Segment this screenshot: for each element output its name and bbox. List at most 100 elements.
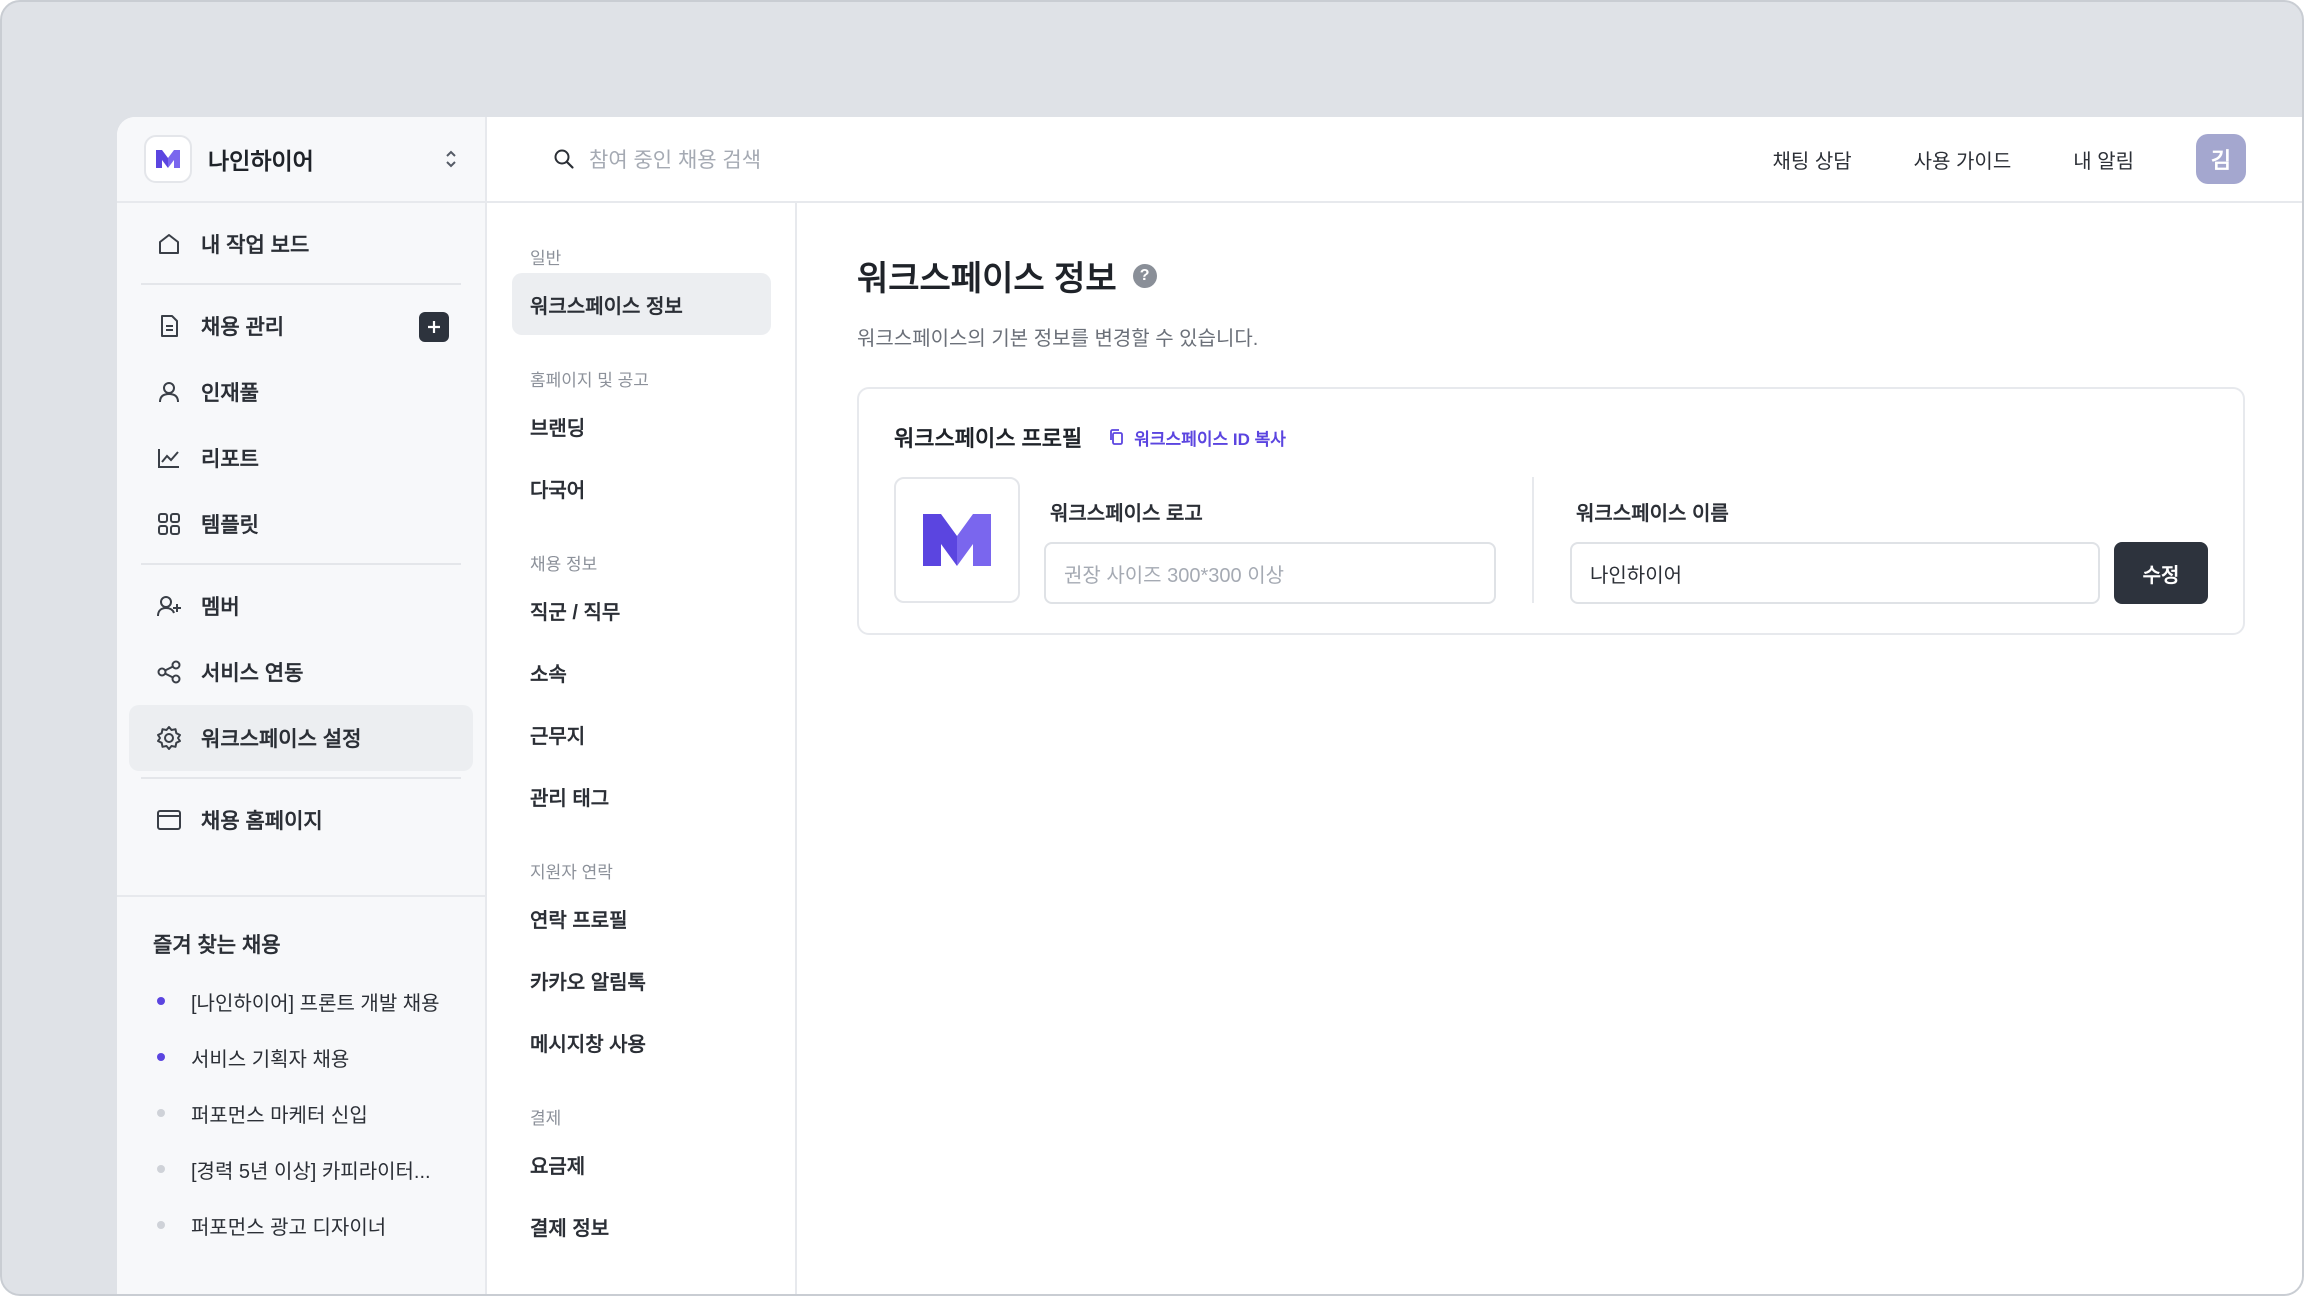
edit-button[interactable]: 수정 bbox=[2114, 542, 2208, 604]
avatar[interactable]: 김 bbox=[2196, 134, 2246, 184]
sidebar-item-label: 템플릿 bbox=[201, 514, 259, 537]
search-input[interactable]: 참여 중인 채용 검색 bbox=[589, 144, 761, 174]
favorite-label: 퍼포먼스 마케터 신입 bbox=[191, 1104, 368, 1127]
menu-item-billing[interactable]: 결제 정보 bbox=[512, 1195, 771, 1257]
sidebar-item-label: 인재풀 bbox=[201, 382, 259, 405]
chevron-up-down-icon bbox=[443, 145, 459, 173]
page-title: 워크스페이스 정보 ? bbox=[857, 251, 2302, 300]
help-icon[interactable]: ? bbox=[1132, 263, 1157, 288]
sidebar-nav: 내 작업 보드 채용 관리 인재풀 리포트 템플릿 멤버 서비스 연동 워크스페… bbox=[117, 203, 485, 853]
workspace-logo-icon bbox=[144, 135, 192, 183]
menu-item-multilanguage[interactable]: 다국어 bbox=[512, 457, 771, 519]
sidebar-item-career-site[interactable]: 채용 홈페이지 bbox=[129, 787, 473, 853]
app-window: 나인하이어 내 작업 보드 채용 관리 인재풀 리포트 템플릿 멤버 서비스 연… bbox=[117, 117, 2302, 1294]
menu-item-workspace-info[interactable]: 워크스페이스 정보 bbox=[512, 273, 771, 335]
gear-icon bbox=[155, 724, 183, 752]
divider bbox=[1532, 477, 1534, 603]
name-field: 워크스페이스 이름 나인하이어 수정 bbox=[1570, 477, 2208, 604]
divider bbox=[141, 283, 461, 285]
favorite-item[interactable]: 퍼포먼스 광고 디자이너 bbox=[153, 1197, 485, 1253]
sidebar-item-label: 내 작업 보드 bbox=[201, 234, 310, 257]
chart-line-icon bbox=[155, 444, 183, 472]
document-icon bbox=[155, 312, 183, 340]
sidebar-item-member[interactable]: 멤버 bbox=[129, 573, 473, 639]
favorite-item[interactable]: [경력 5년 이상] 카피라이터... bbox=[153, 1141, 485, 1197]
top-links: 채팅 상담 사용 가이드 내 알림 김 bbox=[1711, 134, 2303, 184]
sidebar-item-label: 멤버 bbox=[201, 596, 240, 619]
favorites-title: 즐겨 찾는 채용 bbox=[153, 934, 281, 957]
card-body: 워크스페이스 로고 권장 사이즈 300*300 이상 워크스페이스 이름 나인… bbox=[894, 477, 2208, 604]
workspace-logo-icon bbox=[923, 514, 991, 566]
favorite-label: [경력 5년 이상] 카피라이터... bbox=[191, 1160, 431, 1183]
sidebar-item-dashboard[interactable]: 내 작업 보드 bbox=[129, 211, 473, 277]
favorite-item[interactable]: 서비스 기획자 채용 bbox=[153, 1029, 485, 1085]
main-content: 워크스페이스 정보 ? 워크스페이스의 기본 정보를 변경할 수 있습니다. 워… bbox=[797, 203, 2302, 1294]
favorite-label: [나인하이어] 프론트 개발 채용 bbox=[191, 992, 440, 1015]
sidebar-item-label: 워크스페이스 설정 bbox=[201, 728, 362, 751]
inactive-dot-icon bbox=[157, 1109, 165, 1117]
card-header: 워크스페이스 프로필 워크스페이스 ID 복사 bbox=[894, 421, 2208, 453]
sidebar-item-label: 채용 홈페이지 bbox=[201, 810, 323, 833]
sidebar-item-label: 리포트 bbox=[201, 448, 259, 471]
menu-group-title: 홈페이지 및 공고 bbox=[530, 370, 649, 390]
menu-item-affiliation[interactable]: 소속 bbox=[512, 641, 771, 703]
active-dot-icon bbox=[157, 1053, 165, 1061]
active-dot-icon bbox=[157, 997, 165, 1005]
favorite-item[interactable]: 퍼포먼스 마케터 신입 bbox=[153, 1085, 485, 1141]
home-icon bbox=[155, 230, 183, 258]
menu-item-plan[interactable]: 요금제 bbox=[512, 1133, 771, 1195]
user-guide-link[interactable]: 사용 가이드 bbox=[1914, 145, 2012, 174]
page-title-text: 워크스페이스 정보 bbox=[857, 260, 1117, 298]
page-subtitle: 워크스페이스의 기본 정보를 변경할 수 있습니다. bbox=[857, 328, 1259, 350]
favorite-item[interactable]: [나인하이어] 프론트 개발 채용 bbox=[153, 973, 485, 1029]
favorites-section: 즐겨 찾는 채용 [나인하이어] 프론트 개발 채용 서비스 기획자 채용 퍼포… bbox=[117, 895, 485, 1253]
workspace-switcher[interactable]: 나인하이어 bbox=[117, 117, 485, 203]
sidebar-item-label: 서비스 연동 bbox=[201, 662, 304, 685]
sidebar-item-label: 채용 관리 bbox=[201, 316, 285, 339]
notifications-link[interactable]: 내 알림 bbox=[2073, 145, 2134, 174]
logo-label: 워크스페이스 로고 bbox=[1050, 503, 1203, 525]
logo-preview[interactable] bbox=[894, 477, 1020, 603]
menu-item-contact-profile[interactable]: 연락 프로필 bbox=[512, 887, 771, 949]
menu-item-workplace[interactable]: 근무지 bbox=[512, 703, 771, 765]
grid-icon bbox=[155, 510, 183, 538]
copy-workspace-id-button[interactable]: 워크스페이스 ID 복사 bbox=[1108, 425, 1286, 450]
workspace-profile-card: 워크스페이스 프로필 워크스페이스 ID 복사 워크스페이스 로고 권장 사이즈… bbox=[857, 387, 2245, 635]
sidebar-item-recruitment[interactable]: 채용 관리 bbox=[129, 293, 473, 359]
inactive-dot-icon bbox=[157, 1221, 165, 1229]
menu-group-title: 일반 bbox=[530, 248, 562, 268]
logo-upload-input[interactable]: 권장 사이즈 300*300 이상 bbox=[1044, 542, 1496, 604]
share-icon bbox=[155, 658, 183, 686]
window-frame: 나인하이어 내 작업 보드 채용 관리 인재풀 리포트 템플릿 멤버 서비스 연… bbox=[0, 0, 2304, 1296]
copy-icon bbox=[1108, 428, 1124, 446]
add-recruitment-button[interactable] bbox=[419, 312, 449, 342]
search-bar[interactable]: 참여 중인 채용 검색 bbox=[553, 144, 1711, 174]
sidebar-item-integration[interactable]: 서비스 연동 bbox=[129, 639, 473, 705]
sidebar-item-template[interactable]: 템플릿 bbox=[129, 491, 473, 557]
menu-item-job-category[interactable]: 직군 / 직무 bbox=[512, 579, 771, 641]
divider bbox=[141, 563, 461, 565]
menu-group-title: 결제 bbox=[530, 1108, 562, 1128]
menu-group-title: 채용 정보 bbox=[530, 554, 598, 574]
logo-field: 워크스페이스 로고 권장 사이즈 300*300 이상 bbox=[1044, 477, 1496, 604]
sidebar-item-talent-pool[interactable]: 인재풀 bbox=[129, 359, 473, 425]
menu-item-branding[interactable]: 브랜딩 bbox=[512, 395, 771, 457]
workspace-name-input[interactable]: 나인하이어 bbox=[1570, 542, 2100, 604]
menu-item-messenger[interactable]: 메시지창 사용 bbox=[512, 1011, 771, 1073]
menu-group-title: 지원자 연락 bbox=[530, 862, 613, 882]
sidebar-item-workspace-settings[interactable]: 워크스페이스 설정 bbox=[129, 705, 473, 771]
chat-support-link[interactable]: 채팅 상담 bbox=[1773, 145, 1852, 174]
favorite-label: 서비스 기획자 채용 bbox=[191, 1048, 350, 1071]
name-label: 워크스페이스 이름 bbox=[1576, 503, 1729, 525]
settings-menu: 일반 워크스페이스 정보 홈페이지 및 공고 브랜딩 다국어 채용 정보 직군 … bbox=[487, 203, 797, 1294]
menu-item-tags[interactable]: 관리 태그 bbox=[512, 765, 771, 827]
browser-icon bbox=[155, 806, 183, 834]
sidebar: 나인하이어 내 작업 보드 채용 관리 인재풀 리포트 템플릿 멤버 서비스 연… bbox=[117, 117, 487, 1294]
sidebar-item-report[interactable]: 리포트 bbox=[129, 425, 473, 491]
favorite-label: 퍼포먼스 광고 디자이너 bbox=[191, 1216, 387, 1239]
menu-item-kakao-alimtalk[interactable]: 카카오 알림톡 bbox=[512, 949, 771, 1011]
divider bbox=[141, 777, 461, 779]
copy-link-label: 워크스페이스 ID 복사 bbox=[1134, 429, 1286, 449]
user-icon bbox=[155, 378, 183, 406]
workspace-name: 나인하이어 bbox=[208, 148, 314, 174]
